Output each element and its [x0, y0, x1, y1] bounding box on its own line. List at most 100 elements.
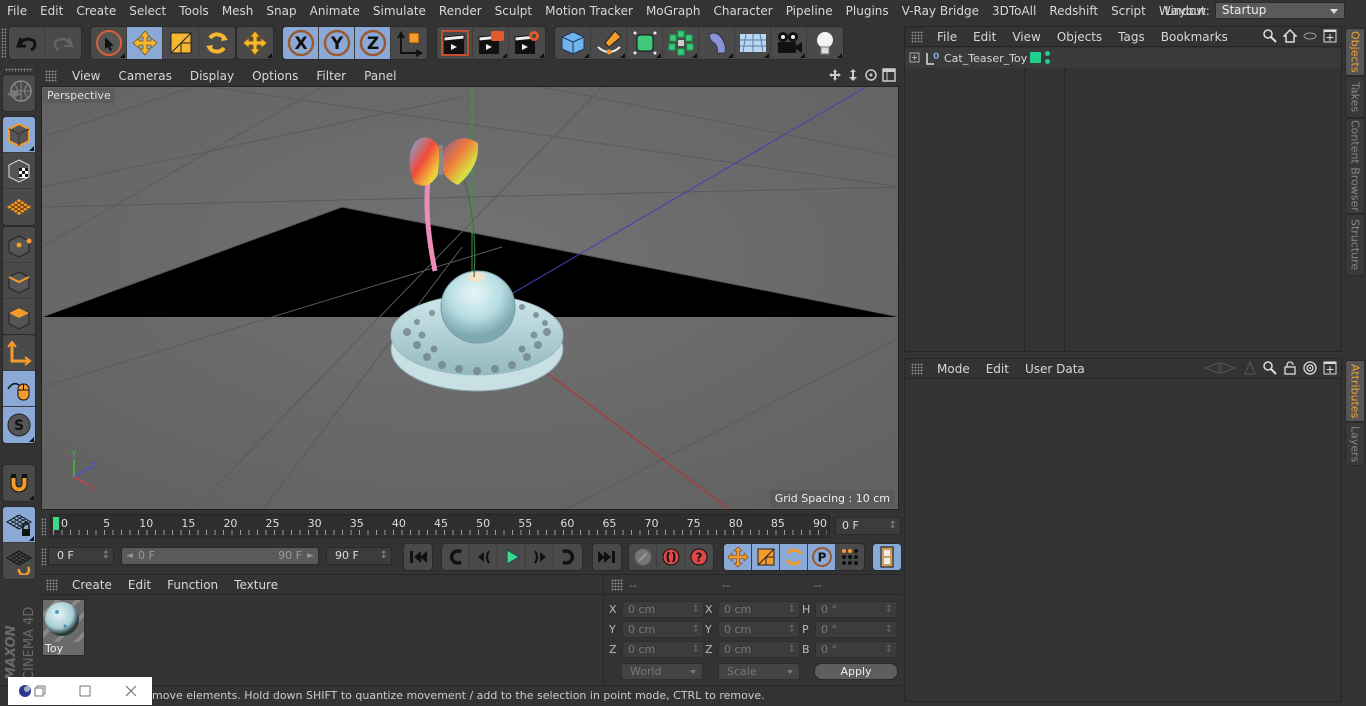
menu-sculpt[interactable]: Sculpt: [488, 4, 538, 18]
render-to-picture-viewer-button[interactable]: [473, 27, 509, 59]
autokeying-button[interactable]: [657, 544, 685, 570]
coord-mode-dropdown[interactable]: Scale: [718, 663, 800, 680]
material-menu-create[interactable]: Create: [64, 578, 120, 592]
coord-space-dropdown[interactable]: World: [621, 663, 703, 680]
edges-mode-button[interactable]: [3, 263, 35, 299]
attribute-search-icon[interactable]: [1263, 361, 1277, 375]
maximize-view-icon[interactable]: [882, 68, 896, 82]
polygons-mode-button[interactable]: [3, 299, 35, 335]
transport-grip[interactable]: [41, 548, 46, 566]
preview-range-slider[interactable]: ◄ 0 F 90 F ►: [121, 547, 319, 565]
next-frame-button[interactable]: [526, 544, 554, 570]
tab-attributes[interactable]: Attributes: [1345, 360, 1365, 422]
menu-select[interactable]: Select: [122, 4, 172, 18]
key-position-button[interactable]: [724, 544, 752, 570]
editor-visibility-dot[interactable]: [1045, 51, 1050, 56]
maximize-icon[interactable]: [79, 685, 91, 697]
viewport-menu-options[interactable]: Options: [243, 69, 307, 83]
menu-animate[interactable]: Animate: [303, 4, 366, 18]
left-toolbar-grip[interactable]: [5, 68, 33, 72]
restore-icon[interactable]: [34, 685, 46, 697]
y-axis-button[interactable]: Y: [319, 27, 355, 59]
key-scale-button[interactable]: [752, 544, 780, 570]
apply-button[interactable]: Apply: [814, 663, 898, 680]
go-to-start-button[interactable]: [404, 544, 432, 570]
snap-button[interactable]: [3, 465, 35, 501]
menu-file[interactable]: File: [0, 4, 33, 18]
coord-position-field[interactable]: 0 cm: [622, 641, 704, 658]
current-frame-field[interactable]: 0 F: [835, 517, 901, 535]
coord-position-field[interactable]: 0 cm: [622, 601, 704, 618]
menu-character[interactable]: Character: [706, 4, 778, 18]
attribute-menu-user-data[interactable]: User Data: [1017, 362, 1093, 376]
toolbar-grip[interactable]: [1, 28, 6, 58]
add-light-button[interactable]: [807, 27, 843, 59]
target-icon[interactable]: [1303, 361, 1317, 375]
playhead[interactable]: [53, 517, 59, 530]
coord-size-field[interactable]: 0 cm: [718, 601, 800, 618]
min-time-field[interactable]: 0 F: [48, 547, 114, 565]
menu-tools[interactable]: Tools: [172, 4, 215, 18]
make-editable-button[interactable]: [3, 75, 35, 111]
close-icon[interactable]: [125, 685, 137, 697]
dolly-icon[interactable]: [846, 68, 860, 82]
timeline-window-button[interactable]: [873, 544, 901, 570]
solo-button[interactable]: S: [3, 407, 35, 443]
viewport-menu-cameras[interactable]: Cameras: [109, 69, 180, 83]
texture-mode-button[interactable]: [3, 153, 35, 189]
object-name[interactable]: Cat_Teaser_Toy: [944, 52, 1027, 65]
menu-v-ray-bridge[interactable]: V-Ray Bridge: [895, 4, 985, 18]
key-pla-button[interactable]: [836, 544, 864, 570]
menu-script[interactable]: Script: [1104, 4, 1152, 18]
menu-snap[interactable]: Snap: [259, 4, 302, 18]
menu-simulate[interactable]: Simulate: [366, 4, 432, 18]
object-menu-file[interactable]: File: [929, 30, 965, 44]
workplane-mode-button[interactable]: [3, 189, 35, 225]
viewport-menu-filter[interactable]: Filter: [307, 69, 355, 83]
coord-position-field[interactable]: 0 cm: [622, 621, 704, 638]
menu-pipeline[interactable]: Pipeline: [779, 4, 839, 18]
object-grip[interactable]: [911, 30, 923, 43]
attribute-grip[interactable]: [911, 362, 923, 375]
add-subdivision-surface-button[interactable]: [627, 27, 663, 59]
add-cloner-button[interactable]: [663, 27, 699, 59]
points-mode-button[interactable]: [3, 227, 35, 263]
coord-rotation-field[interactable]: 0 °: [815, 641, 897, 658]
coord-size-field[interactable]: 0 cm: [718, 641, 800, 658]
expand-icon[interactable]: [909, 52, 921, 64]
render-settings-button[interactable]: [509, 27, 545, 59]
pan-icon[interactable]: [828, 68, 842, 82]
add-camera-button[interactable]: [771, 27, 807, 59]
recent-tool-button[interactable]: [237, 27, 273, 59]
tab-takes[interactable]: Takes: [1345, 76, 1365, 118]
previous-key-button[interactable]: [442, 544, 470, 570]
render-visibility-dot[interactable]: [1045, 59, 1050, 64]
key-rotation-button[interactable]: [780, 544, 808, 570]
tab-structure[interactable]: Structure: [1345, 214, 1365, 276]
material-tile-toy[interactable]: Toy: [36, 593, 90, 656]
3d-viewport[interactable]: Y Z X Perspective Grid Spacing : 10 cm: [41, 86, 899, 510]
key-parameter-button[interactable]: P: [808, 544, 836, 570]
object-menu-edit[interactable]: Edit: [965, 30, 1004, 44]
live-selection-button[interactable]: [91, 27, 127, 59]
coord-grip[interactable]: [611, 579, 623, 591]
move-tool-button[interactable]: [127, 27, 163, 59]
layout-dropdown[interactable]: Startup: [1214, 2, 1345, 19]
max-time-field[interactable]: 90 F: [326, 547, 392, 565]
toggle-view-icon[interactable]: [1303, 29, 1317, 43]
planar-workplane-button[interactable]: [3, 543, 35, 579]
model-mode-button[interactable]: [3, 117, 35, 153]
undo-button[interactable]: [9, 27, 45, 59]
enable-axis-button[interactable]: [3, 335, 35, 371]
timeline-ruler[interactable]: 0 5 10 15 20 25 30 35 40 45 50 55 60 65 70 75 80 85 90: [50, 514, 830, 538]
attribute-new-panel-icon[interactable]: [1323, 361, 1337, 375]
menu-plugins[interactable]: Plugins: [839, 4, 895, 18]
object-menu-view[interactable]: View: [1004, 30, 1048, 44]
scale-tool-button[interactable]: [163, 27, 199, 59]
tab-layers[interactable]: Layers: [1345, 422, 1365, 466]
redo-button[interactable]: [45, 27, 81, 59]
menu-mesh[interactable]: Mesh: [215, 4, 260, 18]
object-menu-bookmarks[interactable]: Bookmarks: [1153, 30, 1236, 44]
viewport-grip[interactable]: [45, 70, 57, 82]
menu-mograph[interactable]: MoGraph: [639, 4, 707, 18]
